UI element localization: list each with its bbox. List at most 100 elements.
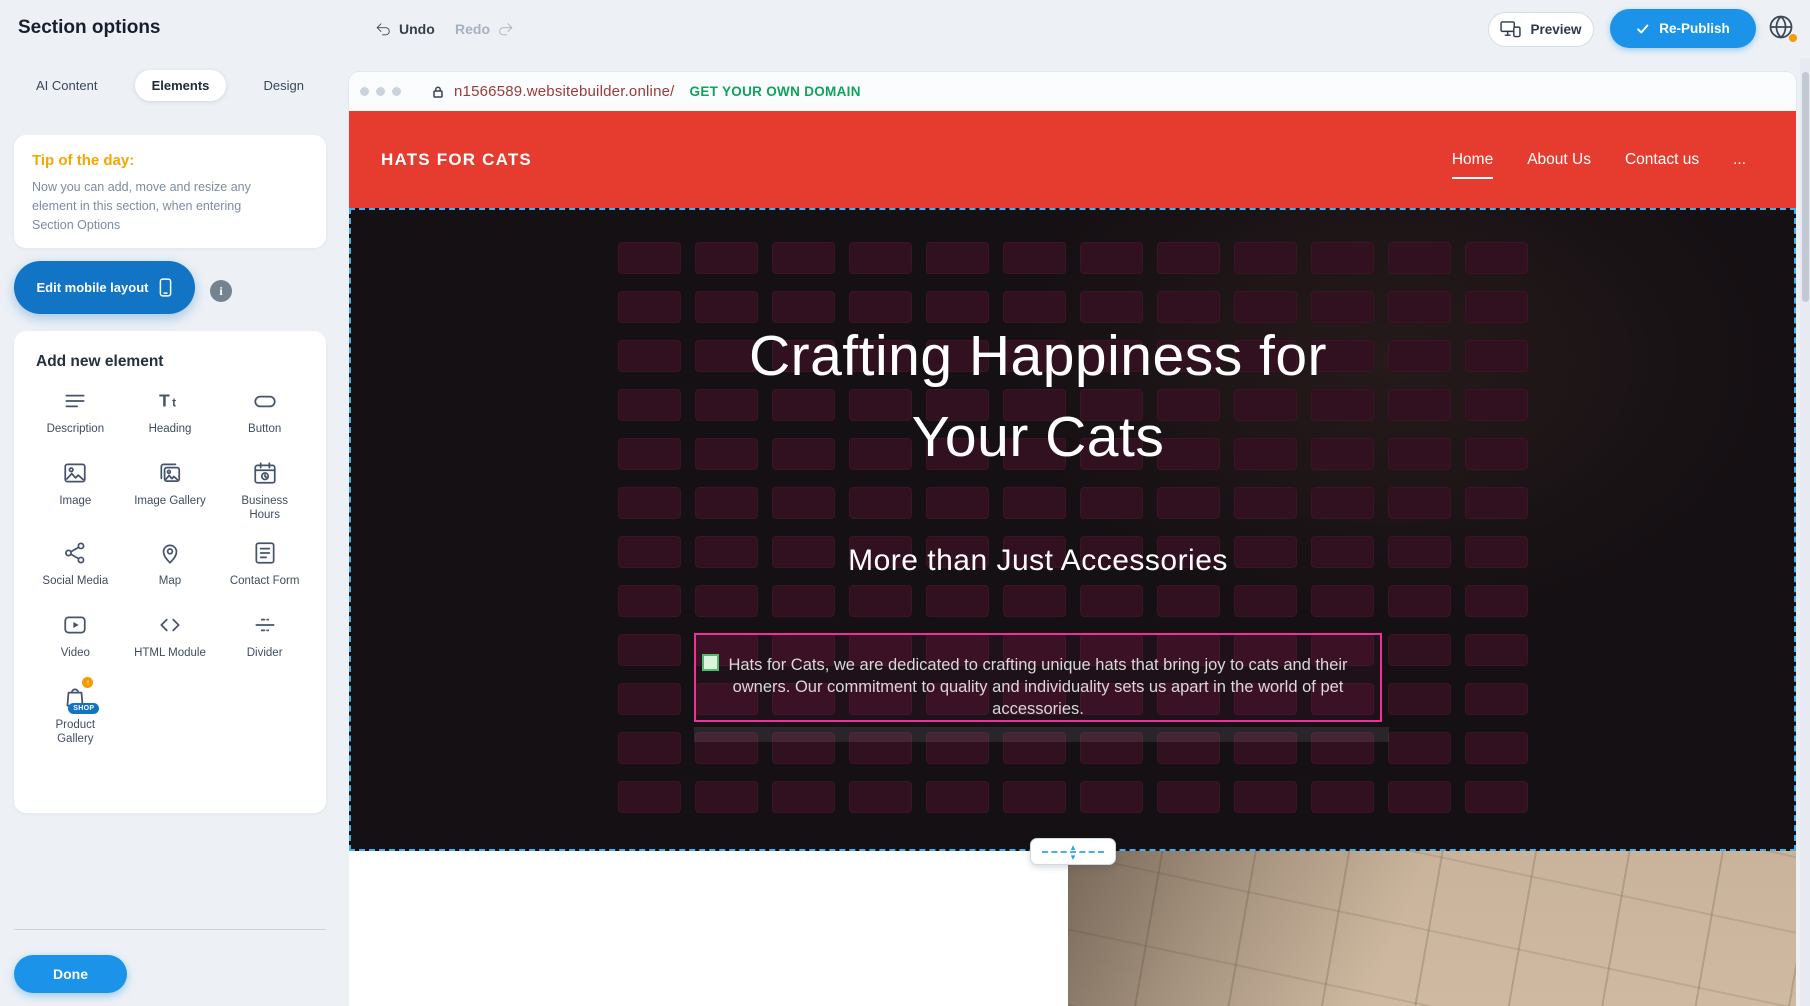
language-globe-button[interactable]	[1767, 13, 1797, 43]
add-element-description[interactable]: Description	[28, 387, 123, 443]
hero-body-text: Hats for Cats, we are dedicated to craft…	[696, 635, 1380, 720]
add-element-map[interactable]: Map	[123, 539, 218, 595]
element-label: Image	[59, 494, 91, 508]
redo-icon	[497, 20, 515, 38]
edit-mobile-layout-label: Edit mobile layout	[37, 280, 149, 295]
nav-more-menu[interactable]: ...	[1733, 151, 1746, 169]
element-label: Map	[159, 574, 181, 588]
site-url: n1566589.websitebuilder.online/	[454, 83, 675, 100]
arrow-up-icon: ▴	[1071, 844, 1076, 850]
selected-text-element[interactable]: Hats for Cats, we are dedicated to craft…	[694, 633, 1382, 722]
hero-heading[interactable]: Crafting Happiness for Your Cats	[634, 316, 1442, 478]
html-module-icon	[156, 611, 184, 639]
description-icon	[61, 387, 89, 415]
heading-icon: Tt	[156, 387, 184, 415]
preview-button[interactable]: Preview	[1488, 12, 1594, 47]
svg-text:t: t	[172, 395, 176, 409]
edit-mobile-layout-button[interactable]: Edit mobile layout	[14, 261, 195, 314]
hero-content: Crafting Happiness for Your Cats More th…	[694, 208, 1382, 851]
hero-heading-line2: Your Cats	[634, 397, 1442, 478]
add-element-video[interactable]: Video	[28, 611, 123, 667]
add-element-html-module[interactable]: HTML Module	[123, 611, 218, 667]
phone-icon	[159, 278, 172, 297]
element-label: Divider	[247, 646, 283, 660]
element-label: Contact Form	[230, 574, 300, 588]
browser-chrome-bar: n1566589.websitebuilder.online/ GET YOUR…	[349, 72, 1796, 111]
upgrade-badge: ↑	[82, 677, 93, 688]
tab-design[interactable]: Design	[264, 70, 304, 101]
element-label: Social Media	[42, 574, 108, 588]
video-icon	[61, 611, 89, 639]
add-element-title: Add new element	[36, 353, 312, 371]
tab-ai-content[interactable]: AI Content	[36, 70, 97, 101]
add-element-image-gallery[interactable]: Image Gallery	[123, 459, 218, 523]
redo-label: Redo	[455, 21, 490, 37]
window-dot	[392, 87, 401, 96]
undo-icon	[374, 20, 392, 38]
add-element-product-gallery[interactable]: SHOP ↑ Product Gallery	[28, 683, 123, 747]
undo-label: Undo	[399, 21, 435, 37]
hero-heading-line1: Crafting Happiness for	[634, 316, 1442, 397]
window-control-dots	[360, 87, 401, 96]
tip-of-the-day-card: Tip of the day: Now you can add, move an…	[14, 135, 326, 248]
contact-form-icon	[251, 539, 279, 567]
tip-body: Now you can add, move and resize any ele…	[32, 178, 286, 234]
element-hover-ghost	[694, 727, 1389, 742]
add-element-image[interactable]: Image	[28, 459, 123, 523]
add-element-button[interactable]: Button	[217, 387, 312, 443]
page-title: Section options	[18, 17, 161, 39]
element-grid: Description Tt Heading Button Image Imag…	[28, 387, 312, 747]
nav-contact-us[interactable]: Contact us	[1625, 151, 1699, 169]
element-label: Button	[248, 422, 281, 436]
site-nav: Home About Us Contact us ...	[1452, 151, 1746, 169]
product-gallery-icon: SHOP ↑	[61, 683, 89, 711]
redo-button[interactable]: Redo	[455, 16, 515, 42]
element-label: Description	[47, 422, 105, 436]
divider-icon	[251, 611, 279, 639]
republish-button[interactable]: Re-Publish	[1610, 9, 1756, 48]
sidebar-divider	[14, 929, 326, 930]
hero-subheading[interactable]: More than Just Accessories	[694, 544, 1382, 578]
element-label: Video	[61, 646, 90, 660]
element-label: HTML Module	[134, 646, 206, 660]
add-element-social-media[interactable]: Social Media	[28, 539, 123, 595]
window-dot	[360, 87, 369, 96]
section-resize-handle[interactable]: ▴ ▾	[1030, 838, 1116, 865]
notification-dot	[1789, 34, 1797, 42]
nav-about-us[interactable]: About Us	[1527, 151, 1591, 169]
tab-elements[interactable]: Elements	[135, 70, 227, 101]
scrollbar-thumb[interactable]	[1802, 72, 1809, 302]
window-dot	[376, 87, 385, 96]
next-section-photo[interactable]	[1068, 851, 1796, 1006]
next-section-blank[interactable]	[349, 851, 1068, 1006]
add-element-contact-form[interactable]: Contact Form	[217, 539, 312, 595]
canvas-scrollbar	[1800, 58, 1810, 1006]
get-your-own-domain-link[interactable]: GET YOUR OWN DOMAIN	[690, 84, 861, 99]
add-element-heading[interactable]: Tt Heading	[123, 387, 218, 443]
sidebar-tabs: AI Content Elements Design	[36, 70, 304, 101]
shop-badge: SHOP	[68, 703, 99, 714]
element-label: Product Gallery	[36, 718, 114, 747]
undo-button[interactable]: Undo	[374, 16, 435, 42]
nav-home[interactable]: Home	[1452, 151, 1493, 169]
button-icon	[251, 387, 279, 415]
devices-icon	[1500, 21, 1521, 38]
element-label: Heading	[149, 422, 192, 436]
map-icon	[156, 539, 184, 567]
element-resize-handle[interactable]	[702, 654, 719, 671]
business-hours-icon	[251, 459, 279, 487]
info-icon[interactable]: i	[210, 280, 232, 302]
element-label: Business Hours	[226, 494, 304, 523]
preview-label: Preview	[1530, 22, 1581, 37]
done-button[interactable]: Done	[14, 955, 127, 993]
image-icon	[61, 459, 89, 487]
add-new-element-panel: Add new element Description Tt Heading B…	[14, 331, 326, 813]
tip-title: Tip of the day:	[32, 152, 308, 169]
add-element-business-hours[interactable]: Business Hours	[217, 459, 312, 523]
social-media-icon	[61, 539, 89, 567]
site-logo[interactable]: HATS FOR CATS	[381, 150, 532, 170]
check-icon	[1636, 22, 1650, 36]
lock-icon	[431, 85, 445, 99]
hero-section[interactable]: Crafting Happiness for Your Cats More th…	[349, 208, 1796, 851]
add-element-divider[interactable]: Divider	[217, 611, 312, 667]
